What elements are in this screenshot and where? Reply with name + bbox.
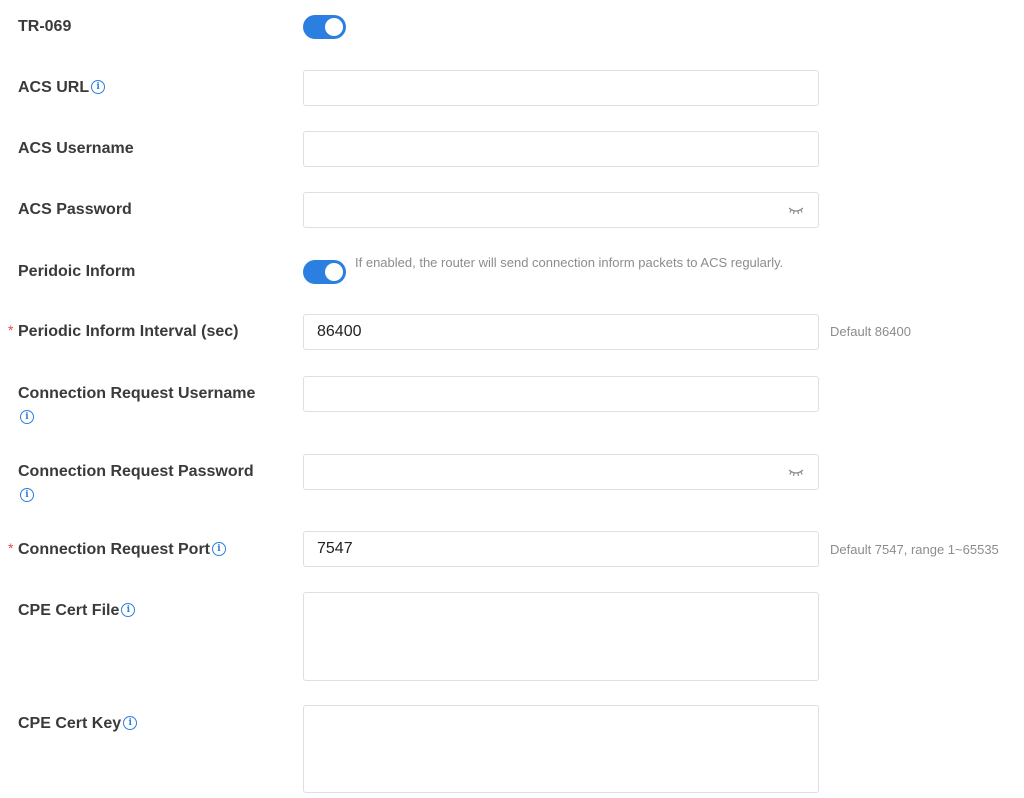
conn-req-port-label: * Connection Request Port i	[8, 538, 278, 562]
periodic-inform-interval-label: * Periodic Inform Interval (sec)	[8, 320, 278, 344]
conn-req-password-input[interactable]	[303, 454, 819, 490]
cpe-cert-file-label-text: CPE Cert File	[18, 602, 120, 619]
eye-closed-icon[interactable]	[788, 204, 804, 216]
info-circle-icon[interactable]: i	[20, 487, 34, 502]
periodic-inform-note: If enabled, the router will send connect…	[355, 255, 784, 270]
acs-url-input[interactable]	[303, 70, 819, 106]
conn-req-port-value: 7547	[317, 540, 353, 557]
conn-req-port-input[interactable]: 7547	[303, 531, 819, 567]
info-circle-icon[interactable]: i	[91, 79, 106, 94]
required-mark: *	[8, 540, 14, 556]
conn-req-port-label-text: Connection Request Port	[18, 541, 211, 558]
conn-req-port-hint: Default 7547, range 1~65535	[830, 542, 999, 557]
periodic-inform-interval-label-text: Periodic Inform Interval (sec)	[18, 323, 239, 340]
info-circle-icon[interactable]: i	[121, 602, 136, 617]
acs-username-label-text: ACS Username	[18, 140, 134, 157]
toggle-knob	[325, 263, 343, 281]
info-circle-icon[interactable]: i	[212, 541, 227, 556]
required-mark: *	[8, 322, 14, 338]
tr069-label-text: TR-069	[18, 18, 72, 35]
conn-req-username-label-text: Connection Request Username	[18, 385, 256, 402]
cpe-cert-file-label: CPE Cert File i	[18, 599, 278, 623]
periodic-inform-interval-hint: Default 86400	[830, 324, 911, 339]
acs-password-label-text: ACS Password	[18, 201, 132, 218]
acs-password-input[interactable]	[303, 192, 819, 228]
acs-url-label-text: ACS URL	[18, 79, 90, 96]
info-circle-icon[interactable]: i	[20, 409, 34, 424]
cpe-cert-key-label: CPE Cert Key i	[18, 712, 278, 736]
conn-req-username-input[interactable]	[303, 376, 819, 412]
tr069-settings-form: TR-069 ACS URL i ACS Username ACS Passwor…	[0, 0, 1024, 798]
conn-req-password-label: Connection Request Password i	[18, 460, 278, 508]
cpe-cert-key-textarea[interactable]	[303, 705, 819, 793]
periodic-inform-interval-input[interactable]: 86400	[303, 314, 819, 350]
acs-username-label: ACS Username	[18, 137, 278, 161]
conn-req-password-label-text: Connection Request Password	[18, 463, 254, 480]
conn-req-username-label: Connection Request Username i	[18, 382, 278, 430]
info-circle-icon[interactable]: i	[123, 715, 138, 730]
periodic-inform-interval-value: 86400	[317, 323, 362, 340]
toggle-knob	[325, 18, 343, 36]
acs-password-label: ACS Password	[18, 198, 278, 222]
tr069-toggle[interactable]	[303, 15, 346, 39]
tr069-label: TR-069	[18, 15, 278, 39]
acs-url-label: ACS URL i	[18, 76, 278, 100]
periodic-inform-label-text: Peridoic Inform	[18, 263, 136, 280]
periodic-inform-label: Peridoic Inform	[18, 260, 278, 284]
eye-closed-icon[interactable]	[788, 466, 804, 478]
cpe-cert-key-label-text: CPE Cert Key	[18, 715, 122, 732]
acs-username-input[interactable]	[303, 131, 819, 167]
cpe-cert-file-textarea[interactable]	[303, 592, 819, 681]
periodic-inform-toggle[interactable]	[303, 260, 346, 284]
